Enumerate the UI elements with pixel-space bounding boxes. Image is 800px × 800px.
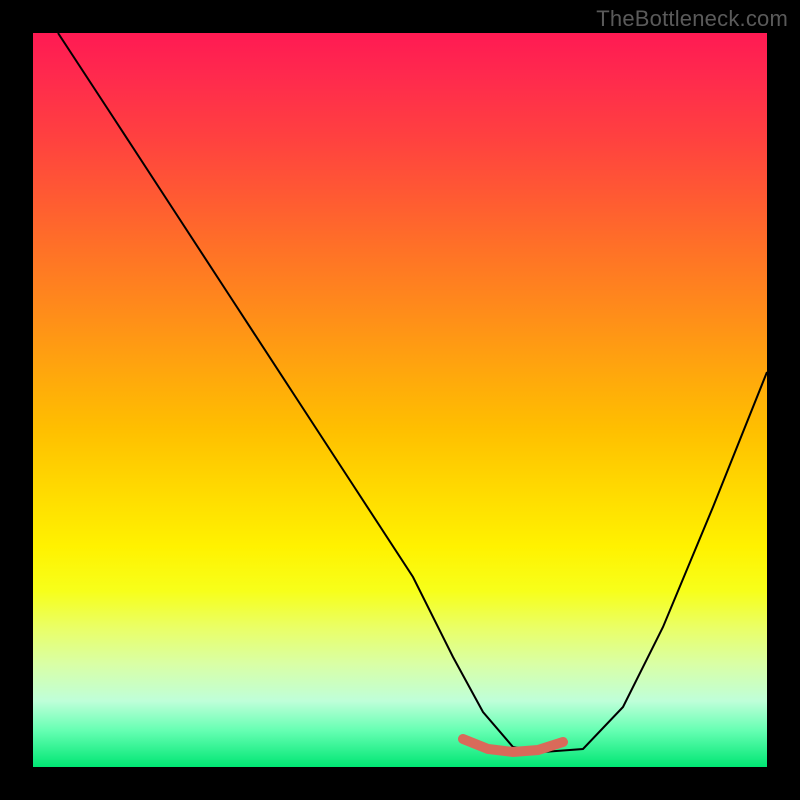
bottleneck-curve-line bbox=[58, 33, 767, 752]
watermark-text: TheBottleneck.com bbox=[596, 6, 788, 32]
chart-svg bbox=[33, 33, 767, 767]
chart-plot-area bbox=[33, 33, 767, 767]
